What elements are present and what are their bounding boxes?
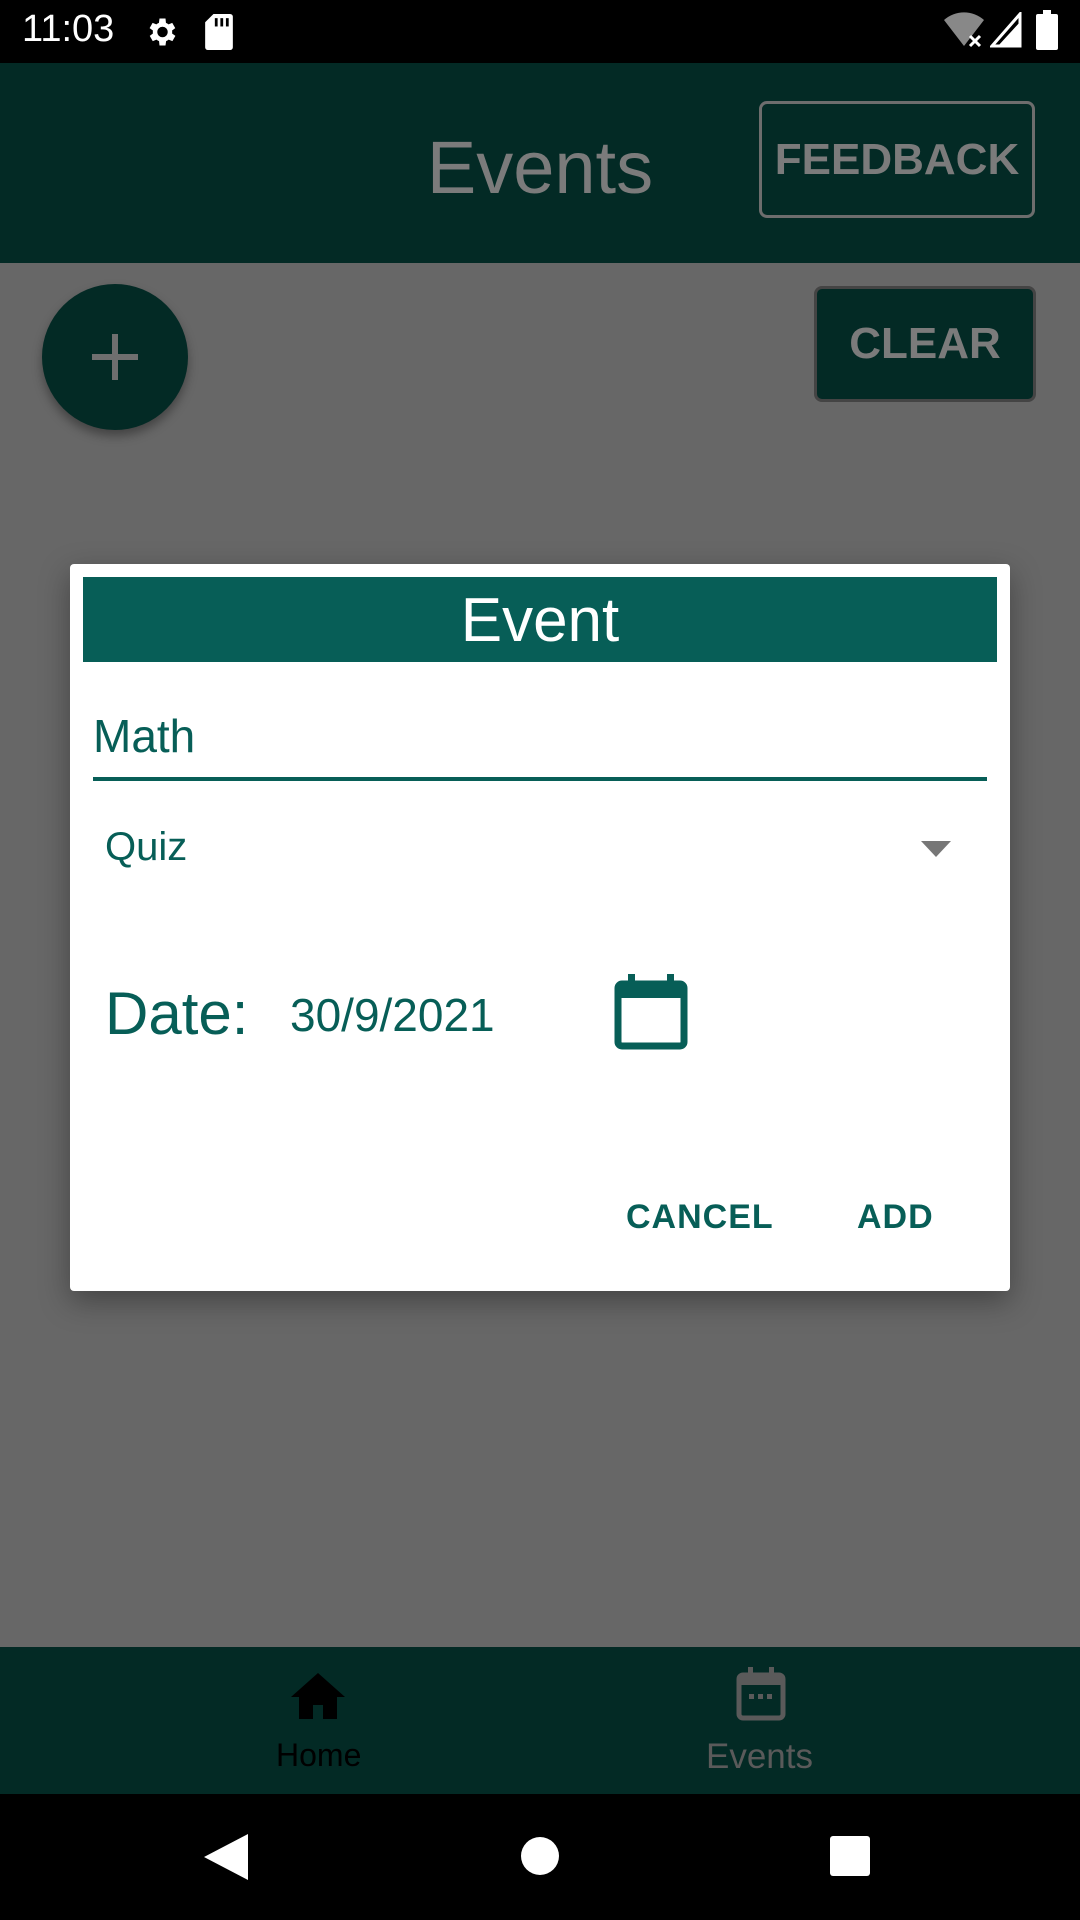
plus-icon [92,334,138,380]
sd-card-icon [205,14,233,50]
date-value: 30/9/2021 [290,989,495,1041]
feedback-button[interactable]: FEEDBACK [759,101,1035,218]
event-dialog: Event Quiz Date: 30/9/2021 CANCEL ADD [70,564,1010,1291]
status-time: 11:03 [22,8,115,50]
status-bar: 11:03 [0,0,1080,63]
home-icon [291,1673,345,1719]
dialog-title: Event [83,577,997,662]
nav-label-home: Home [276,1737,362,1773]
nav-item-home[interactable]: Home [220,1647,416,1794]
calendar-icon [736,1667,786,1721]
date-label: Date: [105,980,249,1047]
signal-icon [990,12,1022,48]
system-nav-bar [0,1794,1080,1920]
home-circle-icon[interactable] [520,1836,560,1876]
event-type-dropdown[interactable]: Quiz [105,819,985,899]
add-event-button[interactable] [42,284,188,430]
event-type-value: Quiz [105,825,188,869]
dropdown-arrow-icon [921,841,951,857]
gear-icon [149,18,176,46]
nav-label-events: Events [706,1737,813,1776]
clear-button[interactable]: CLEAR [814,286,1036,402]
back-icon[interactable] [204,1834,248,1880]
recents-icon[interactable] [830,1836,870,1876]
input-underline [93,777,987,781]
nav-item-events[interactable]: Events [660,1647,860,1794]
calendar-picker-icon[interactable] [614,974,688,1050]
wifi-off-icon [944,12,984,48]
cancel-button[interactable]: CANCEL [626,1198,774,1237]
event-name-input[interactable] [93,705,987,767]
battery-icon [1036,10,1058,50]
bottom-nav: Home Events [0,1647,1080,1794]
add-button[interactable]: ADD [857,1198,934,1237]
